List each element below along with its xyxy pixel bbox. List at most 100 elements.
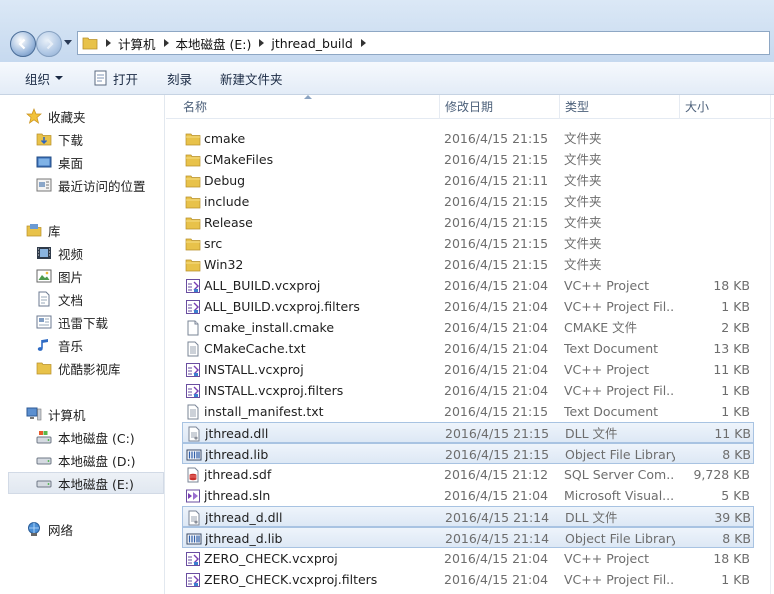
file-type: VC++ Project bbox=[564, 551, 649, 566]
file-row[interactable]: cmake_install.cmake 2016/4/15 21:04 CMAKE … bbox=[182, 317, 754, 338]
column-header-name[interactable]: 名称 bbox=[178, 95, 438, 119]
nav-item-music[interactable]: 音乐 bbox=[36, 334, 83, 356]
nav-item-recent-places[interactable]: 最近访问的位置 bbox=[36, 174, 146, 196]
file-type: VC++ Project bbox=[564, 278, 649, 293]
file-row[interactable]: jthread.dll 2016/4/15 21:15 DLL 文件 11 KB bbox=[182, 422, 754, 443]
nav-item-videos[interactable]: 视频 bbox=[36, 242, 83, 264]
file-type: Object File Library bbox=[565, 447, 675, 462]
document-icon bbox=[38, 291, 50, 307]
file-row[interactable]: Debug 2016/4/15 21:11 文件夹 bbox=[182, 170, 754, 191]
nav-item-desktop[interactable]: 桌面 bbox=[36, 151, 83, 173]
file-row[interactable]: jthread.lib 2016/4/15 21:15 Object File Li… bbox=[182, 443, 754, 464]
nav-item-drive-c[interactable]: 本地磁盘 (C:) bbox=[36, 426, 135, 448]
recent-pages-dropdown-icon[interactable] bbox=[64, 40, 72, 46]
nav-libraries[interactable]: 库 bbox=[26, 219, 61, 241]
file-row[interactable]: CMakeFiles 2016/4/15 21:15 文件夹 bbox=[182, 149, 754, 170]
column-header-size[interactable]: 大小 bbox=[679, 95, 759, 119]
file-row[interactable]: cmake 2016/4/15 21:15 文件夹 bbox=[182, 128, 754, 149]
file-date-modified: 2016/4/15 21:12 bbox=[444, 467, 549, 482]
breadcrumb-drive-e[interactable]: 本地磁盘 (E:) bbox=[176, 34, 252, 53]
nav-item-youku-library[interactable]: 优酷影视库 bbox=[36, 357, 121, 379]
file-date-modified: 2016/4/15 21:14 bbox=[445, 531, 550, 546]
organize-button[interactable]: 组织 bbox=[25, 69, 64, 87]
file-size bbox=[676, 254, 750, 275]
file-type: 文件夹 bbox=[564, 173, 602, 188]
file-row[interactable]: jthread_d.dll 2016/4/15 21:14 DLL 文件 39 KB bbox=[182, 506, 754, 527]
nav-item-label: 文档 bbox=[58, 292, 84, 308]
file-size bbox=[676, 170, 750, 191]
file-size: 39 KB bbox=[714, 510, 751, 525]
file-row[interactable]: ALL_BUILD.vcxproj.filters 2016/4/15 21:04… bbox=[182, 296, 754, 317]
nav-network[interactable]: 网络 bbox=[26, 518, 73, 540]
file-type: 文件夹 bbox=[564, 152, 602, 167]
folder-icon bbox=[36, 362, 52, 375]
column-header-date[interactable]: 修改日期 bbox=[439, 95, 559, 119]
new-folder-button[interactable]: 新建文件夹 bbox=[220, 69, 283, 87]
file-date-modified: 2016/4/15 21:04 bbox=[444, 551, 549, 566]
vcxproj-icon bbox=[186, 384, 200, 398]
back-button[interactable] bbox=[10, 31, 36, 57]
file-row[interactable]: install_manifest.txt 2016/4/15 21:15 Text … bbox=[182, 401, 754, 422]
file-date-modified: 2016/4/15 21:04 bbox=[444, 278, 549, 293]
nav-computer-label: 计算机 bbox=[48, 407, 86, 423]
nav-item-xunlei-downloads[interactable]: 迅雷下载 bbox=[36, 311, 108, 333]
file-date-modified: 2016/4/15 21:15 bbox=[444, 236, 549, 251]
file-name: INSTALL.vcxproj bbox=[204, 362, 304, 377]
column-header-type[interactable]: 类型 bbox=[559, 95, 679, 119]
nav-item-drive-e[interactable]: 本地磁盘 (E:) bbox=[8, 472, 164, 494]
new-folder-label: 新建文件夹 bbox=[220, 71, 283, 87]
file-row[interactable]: CMakeCache.txt 2016/4/15 21:04 Text Docume… bbox=[182, 338, 754, 359]
file-row[interactable]: ALL_BUILD.vcxproj 2016/4/15 21:04 VC++ Pro… bbox=[182, 275, 754, 296]
file-row[interactable]: ZERO_CHECK.vcxproj.filters 2016/4/15 21:0… bbox=[182, 569, 754, 590]
folder-icon bbox=[185, 238, 201, 251]
chevron-down-icon bbox=[55, 76, 64, 80]
nav-computer[interactable]: 计算机 bbox=[26, 403, 86, 425]
lib-icon bbox=[186, 449, 202, 461]
computer-icon bbox=[26, 407, 42, 421]
lib-icon bbox=[186, 533, 202, 545]
file-row[interactable]: Release 2016/4/15 21:15 文件夹 bbox=[182, 212, 754, 233]
file-row[interactable]: jthread.sdf 2016/4/15 21:12 SQL Server Com… bbox=[182, 464, 754, 485]
file-date-modified: 2016/4/15 21:04 bbox=[444, 362, 549, 377]
file-row[interactable]: Win32 2016/4/15 21:15 文件夹 bbox=[182, 254, 754, 275]
breadcrumb[interactable]: 计算机 本地磁盘 (E:) jthread_build bbox=[77, 31, 770, 55]
file-row[interactable]: jthread_d.lib 2016/4/15 21:14 Object File … bbox=[182, 527, 754, 548]
nav-item-downloads[interactable]: 下载 bbox=[36, 128, 83, 150]
nav-network-label: 网络 bbox=[48, 522, 74, 538]
file-row[interactable]: src 2016/4/15 21:15 文件夹 bbox=[182, 233, 754, 254]
breadcrumb-computer[interactable]: 计算机 bbox=[118, 34, 156, 53]
nav-favorites-label: 收藏夹 bbox=[48, 109, 86, 125]
library-icon bbox=[26, 224, 42, 237]
dll-icon bbox=[188, 426, 200, 442]
nav-item-pictures[interactable]: 图片 bbox=[36, 265, 83, 287]
file-row[interactable]: ZERO_CHECK.vcxproj 2016/4/15 21:04 VC++ Pr… bbox=[182, 548, 754, 569]
burn-button[interactable]: 刻录 bbox=[167, 69, 192, 87]
file-date-modified: 2016/4/15 21:15 bbox=[444, 257, 549, 272]
file-name: ALL_BUILD.vcxproj.filters bbox=[204, 299, 360, 314]
file-type: VC++ Project Fil... bbox=[564, 299, 674, 314]
file-date-modified: 2016/4/15 21:14 bbox=[445, 510, 550, 525]
file-row[interactable]: INSTALL.vcxproj 2016/4/15 21:04 VC++ Proje… bbox=[182, 359, 754, 380]
nav-item-documents[interactable]: 文档 bbox=[36, 288, 83, 310]
breadcrumb-separator-icon[interactable] bbox=[163, 39, 169, 47]
breadcrumb-separator-icon[interactable] bbox=[259, 39, 265, 47]
file-name: Release bbox=[204, 215, 253, 230]
breadcrumb-jthread-build[interactable]: jthread_build bbox=[271, 36, 352, 51]
file-size: 18 KB bbox=[713, 278, 750, 293]
open-button[interactable]: 打开 bbox=[93, 69, 138, 87]
file-row[interactable]: INSTALL.vcxproj.filters 2016/4/15 21:04 VC… bbox=[182, 380, 754, 401]
command-bar: 组织 打开 刻录 新建文件夹 bbox=[0, 62, 774, 95]
file-size bbox=[676, 128, 750, 149]
file-date-modified: 2016/4/15 21:11 bbox=[444, 173, 549, 188]
organize-label: 组织 bbox=[25, 71, 51, 87]
breadcrumb-separator-icon[interactable] bbox=[106, 39, 111, 47]
folder-icon bbox=[185, 259, 201, 272]
file-name: jthread.dll bbox=[205, 426, 269, 441]
system-drive-icon bbox=[36, 431, 52, 444]
nav-item-drive-d[interactable]: 本地磁盘 (D:) bbox=[36, 449, 136, 471]
file-row[interactable]: jthread.sln 2016/4/15 21:04 Microsoft Visu… bbox=[182, 485, 754, 506]
nav-favorites[interactable]: 收藏夹 bbox=[26, 105, 86, 127]
file-row[interactable]: include 2016/4/15 21:15 文件夹 bbox=[182, 191, 754, 212]
breadcrumb-separator-icon[interactable] bbox=[360, 39, 366, 47]
forward-button[interactable] bbox=[36, 31, 62, 57]
